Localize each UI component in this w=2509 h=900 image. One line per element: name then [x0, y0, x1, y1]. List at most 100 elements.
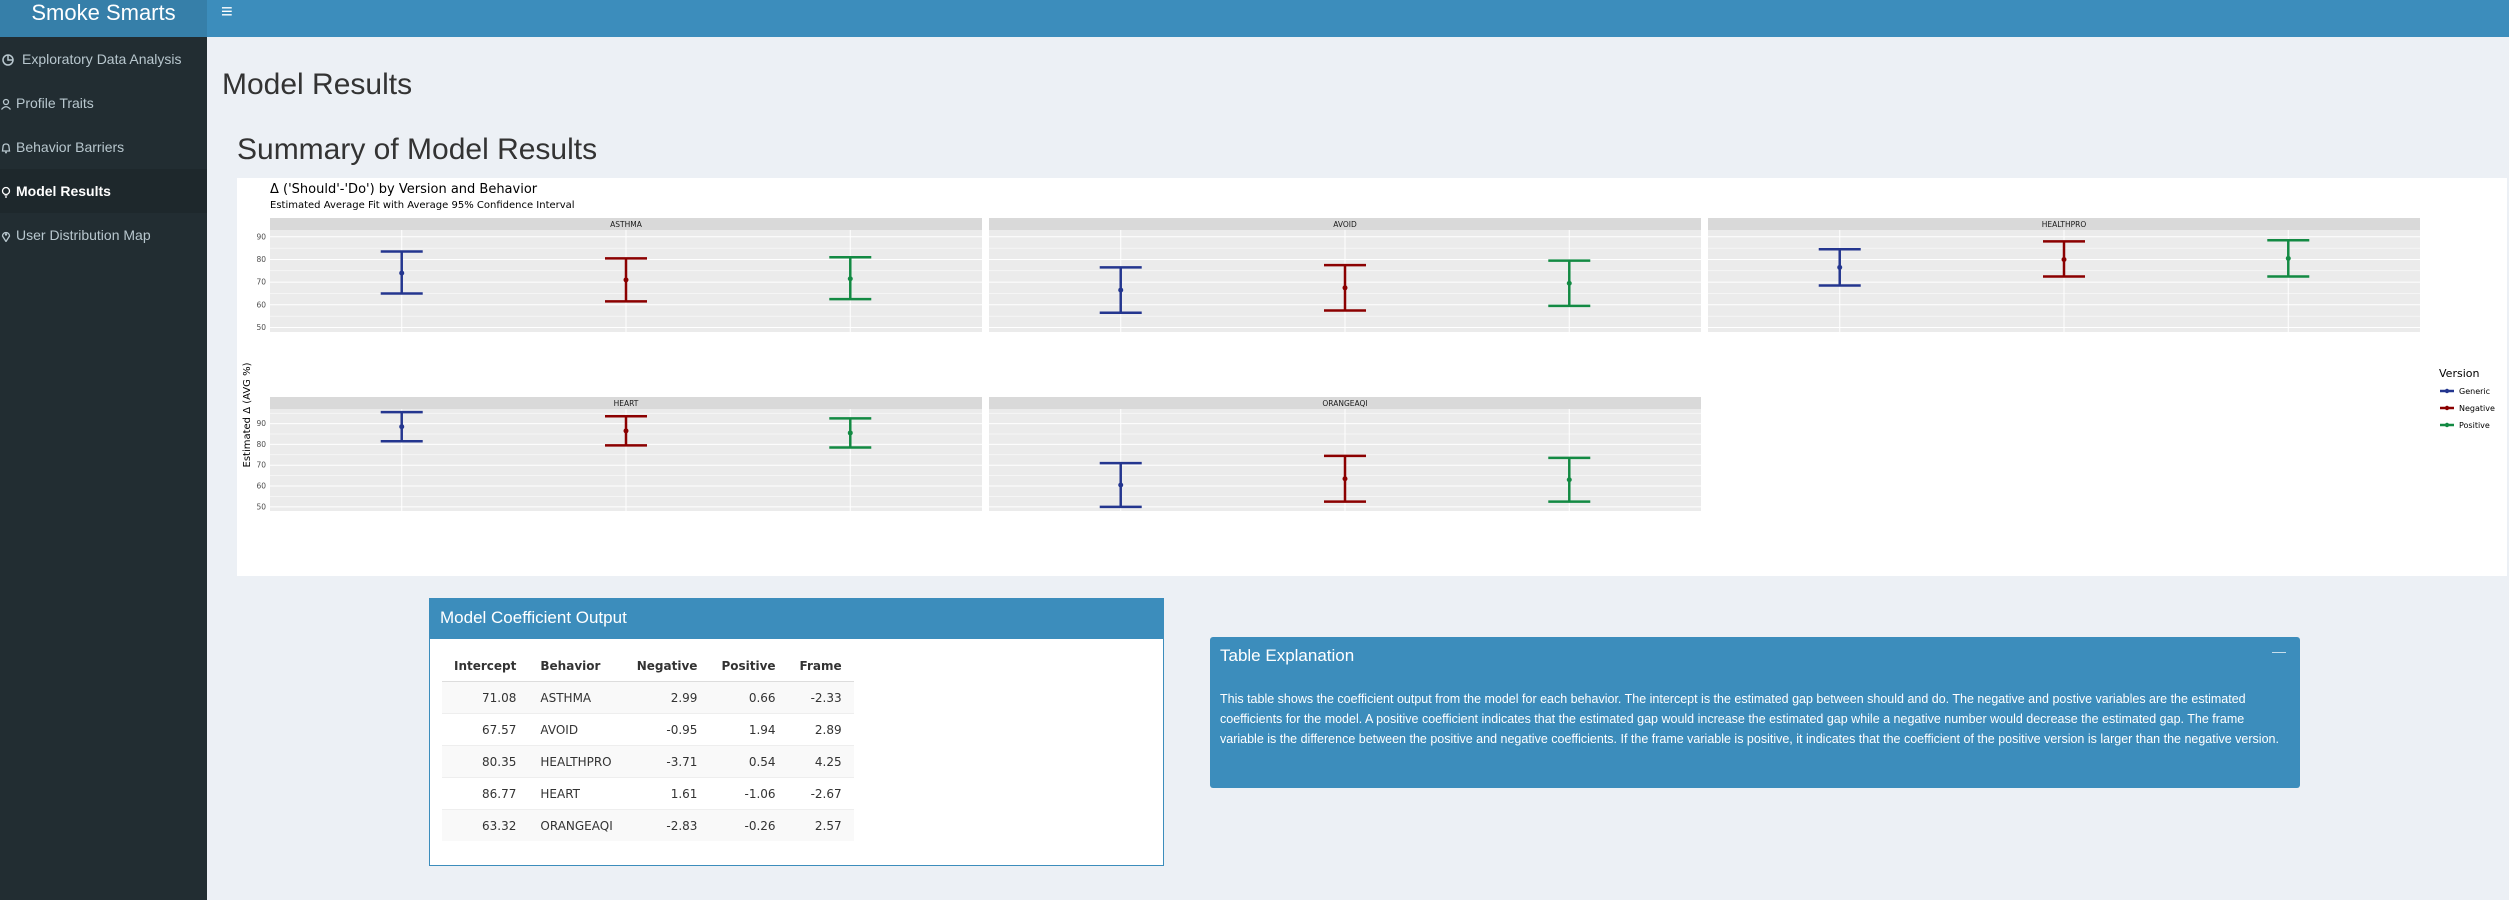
table-cell: HEALTHPRO: [528, 745, 625, 778]
legend-title: Version: [2439, 367, 2479, 380]
legend-label: Generic: [2459, 387, 2490, 396]
point-estimate: [2061, 256, 2067, 262]
table-row: 86.77 HEART 1.61 -1.06 -2.67: [442, 777, 854, 810]
table-cell: -2.83: [624, 809, 710, 841]
table-cell: -0.95: [624, 713, 710, 746]
table-explanation-box: Table Explanation — This table shows the…: [1210, 637, 2300, 788]
point-estimate: [399, 424, 405, 430]
app-logo[interactable]: Smoke Smarts: [0, 0, 207, 37]
y-tick-label: 70: [256, 278, 266, 287]
sidebar-item-label: Profile Traits: [16, 95, 94, 111]
model-results-plot: Δ ('Should'-'Do') by Version and Behavio…: [237, 178, 2507, 576]
table-cell: 2.57: [787, 809, 854, 841]
top-navbar: ≡: [207, 0, 2509, 37]
table-cell: HEART: [528, 777, 625, 810]
y-tick-label: 60: [256, 482, 266, 491]
table-cell: -2.33: [787, 681, 854, 714]
sidebar-item-user-distribution-map[interactable]: User Distribution Map: [0, 213, 207, 257]
table-cell: -3.71: [624, 745, 710, 778]
point-estimate: [847, 430, 853, 436]
sidebar-item-model-results[interactable]: Model Results: [0, 169, 207, 213]
coefficient-output-box: Model Coefficient Output Intercept Behav…: [429, 598, 1164, 866]
point-estimate: [847, 276, 853, 282]
table-cell: -2.67: [787, 777, 854, 810]
sidebar-item-label: Model Results: [16, 183, 111, 199]
chart-title: Δ ('Should'-'Do') by Version and Behavio…: [270, 182, 538, 197]
table-cell: 80.35: [442, 745, 529, 778]
facet-label: HEART: [614, 399, 639, 408]
column-header: Positive: [709, 650, 788, 682]
column-header: Behavior: [528, 650, 625, 682]
map-marker-icon: [0, 230, 12, 243]
table-cell: -0.26: [709, 809, 788, 841]
chart-legend: Version Generic Negative Positive: [2439, 367, 2495, 430]
user-icon: [0, 98, 12, 111]
y-tick-label: 50: [256, 323, 266, 332]
legend-item: Generic: [2440, 387, 2490, 396]
column-header: Intercept: [442, 650, 529, 682]
facet-panel-avoid: AVOID: [989, 218, 1701, 332]
sidebar-item-profile-traits[interactable]: Profile Traits: [0, 81, 207, 125]
legend-item: Positive: [2440, 421, 2490, 430]
point-estimate: [623, 277, 629, 283]
facet-panel-orangeaqi: ORANGEAQI: [989, 397, 1701, 511]
column-header: Negative: [624, 650, 710, 682]
sidebar-item-exploratory-data-analysis[interactable]: Exploratory Data Analysis: [0, 37, 207, 81]
table-cell: 2.89: [787, 713, 854, 746]
y-tick-label: 70: [256, 461, 266, 470]
sidebar-toggle-icon[interactable]: ≡: [221, 0, 251, 26]
table-cell: 71.08: [442, 681, 529, 714]
table-row: 63.32 ORANGEAQI -2.83 -0.26 2.57: [442, 809, 854, 841]
point-estimate: [1342, 476, 1348, 482]
chart-ylabel: Estimated Δ (AVG %): [242, 362, 253, 467]
section-title: Summary of Model Results: [237, 133, 598, 166]
bell-icon: [0, 142, 12, 154]
point-estimate: [2285, 255, 2291, 261]
table-cell: AVOID: [528, 713, 625, 746]
point-estimate: [1118, 482, 1124, 488]
table-cell: 0.54: [709, 745, 788, 778]
table-header-row: Intercept Behavior Negative Positive Fra…: [442, 650, 854, 682]
facet-label: ASTHMA: [610, 220, 643, 229]
point-estimate: [1566, 280, 1572, 286]
point-estimate: [1118, 287, 1124, 293]
facet-label: AVOID: [1333, 220, 1357, 229]
y-tick-label: 50: [256, 502, 266, 511]
column-header: Frame: [787, 650, 854, 682]
point-estimate: [1566, 477, 1572, 483]
table-cell: 67.57: [442, 713, 529, 746]
legend-label: Positive: [2459, 421, 2490, 430]
chart-icon: [2, 54, 14, 67]
table-cell: ORANGEAQI: [528, 809, 625, 841]
table-cell: 0.66: [709, 681, 788, 714]
table-cell: ASTHMA: [528, 681, 625, 714]
table-cell: -1.06: [709, 777, 788, 810]
point-estimate: [623, 428, 629, 434]
legend-label: Negative: [2459, 404, 2495, 413]
table-row: 67.57 AVOID -0.95 1.94 2.89: [442, 713, 854, 746]
table-cell: 86.77: [442, 777, 529, 810]
explanation-text: This table shows the coefficient output …: [1220, 692, 2279, 746]
chart-subtitle: Estimated Average Fit with Average 95% C…: [270, 200, 575, 211]
page-title: Model Results: [222, 68, 413, 101]
facet-panel-heart: HEART 50 60 70 80 90: [256, 397, 982, 511]
collapse-button[interactable]: —: [2272, 643, 2286, 659]
facet-label: ORANGEAQI: [1322, 399, 1367, 408]
facet-panel-asthma: ASTHMA 50 60 70 80 90: [256, 218, 982, 332]
y-tick-label: 80: [256, 440, 266, 449]
table-cell: 4.25: [787, 745, 854, 778]
table-row: 71.08 ASTHMA 2.99 0.66 -2.33: [442, 681, 854, 714]
errorbar-chart: Δ ('Should'-'Do') by Version and Behavio…: [242, 182, 2495, 511]
point-estimate: [1837, 264, 1843, 270]
lightbulb-icon: [0, 186, 12, 198]
table-cell: 63.32: [442, 809, 529, 841]
point-estimate: [1342, 285, 1348, 291]
sidebar-item-behavior-barriers[interactable]: Behavior Barriers: [0, 125, 207, 169]
table-cell: 1.94: [709, 713, 788, 746]
point-estimate: [399, 270, 405, 276]
explanation-title: Table Explanation: [1220, 646, 1355, 665]
facet-label: HEALTHPRO: [2042, 220, 2087, 229]
sidebar-item-label: User Distribution Map: [16, 227, 151, 243]
y-tick-label: 80: [256, 255, 266, 264]
sidebar: Exploratory Data Analysis Profile Traits…: [0, 37, 207, 900]
